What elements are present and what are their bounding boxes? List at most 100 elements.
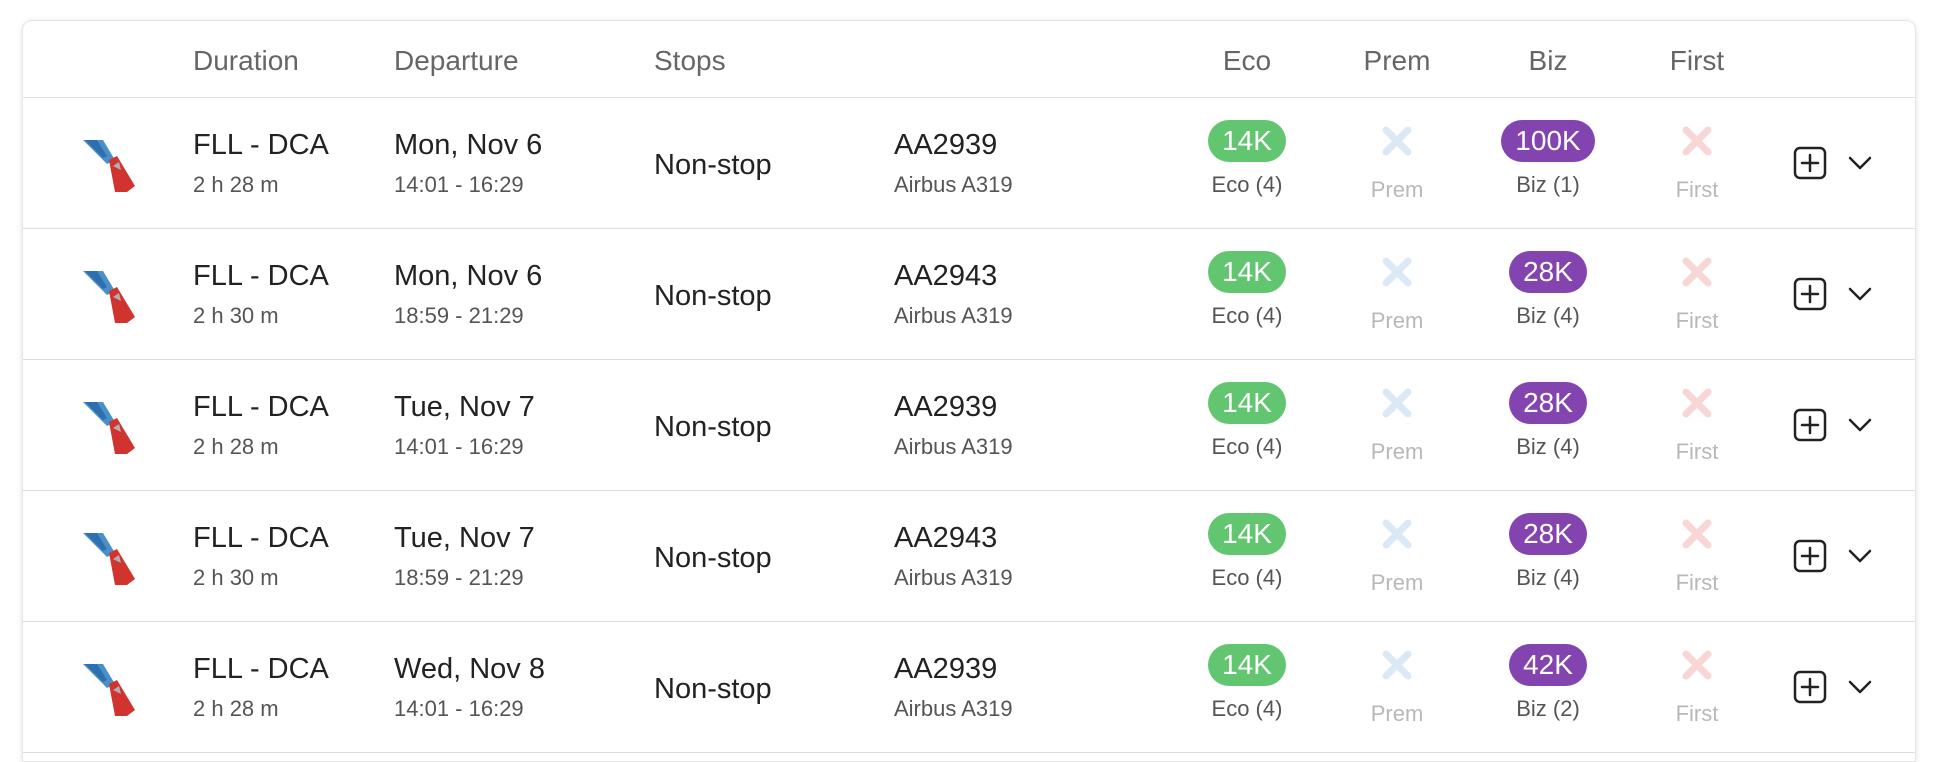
biz-price-badge[interactable]: 28K bbox=[1509, 513, 1587, 555]
x-icon bbox=[1682, 257, 1712, 287]
american-airlines-logo-icon bbox=[83, 271, 135, 323]
fare-eco[interactable]: 14K Eco (4) bbox=[1177, 251, 1317, 329]
header-eco[interactable]: Eco bbox=[1223, 45, 1271, 77]
departure-date: Mon, Nov 6 bbox=[394, 260, 543, 292]
first-class-label: First bbox=[1675, 439, 1719, 464]
chevron-down-icon[interactable] bbox=[1847, 152, 1873, 174]
aircraft-type: Airbus A319 bbox=[894, 565, 1013, 590]
stops-label: Non-stop bbox=[654, 280, 772, 312]
first-class-label: First bbox=[1675, 701, 1719, 726]
flight-duration: 2 h 28 m bbox=[193, 696, 279, 721]
departure-times: 14:01 - 16:29 bbox=[394, 434, 524, 459]
chevron-down-icon[interactable] bbox=[1847, 676, 1873, 698]
biz-price-badge[interactable]: 42K bbox=[1509, 644, 1587, 686]
eco-price-badge[interactable]: 14K bbox=[1208, 251, 1286, 293]
fare-eco[interactable]: 14K Eco (4) bbox=[1177, 382, 1317, 460]
prem-class-label: Prem bbox=[1370, 439, 1424, 464]
first-class-label: First bbox=[1675, 177, 1719, 202]
eco-price-badge[interactable]: 14K bbox=[1208, 382, 1286, 424]
flight-duration: 2 h 28 m bbox=[193, 434, 279, 459]
header-stops[interactable]: Stops bbox=[654, 45, 726, 77]
header-departure[interactable]: Departure bbox=[394, 45, 519, 77]
x-icon bbox=[1382, 257, 1412, 287]
prem-class-label: Prem bbox=[1370, 701, 1424, 726]
departure-date: Tue, Nov 7 bbox=[394, 522, 535, 554]
flight-duration: 2 h 28 m bbox=[193, 172, 279, 197]
flight-duration: 2 h 30 m bbox=[193, 565, 279, 590]
route-label: FLL - DCA bbox=[193, 391, 329, 423]
plus-square-icon[interactable] bbox=[1793, 277, 1827, 311]
table-header: Duration Departure Stops Eco Prem Biz Fi… bbox=[23, 21, 1915, 98]
biz-class-label: Biz (1) bbox=[1516, 172, 1580, 197]
x-icon bbox=[1682, 126, 1712, 156]
x-icon bbox=[1382, 650, 1412, 680]
stops-label: Non-stop bbox=[654, 542, 772, 574]
eco-price-badge[interactable]: 14K bbox=[1208, 120, 1286, 162]
fare-eco[interactable]: 14K Eco (4) bbox=[1177, 513, 1317, 591]
table-row[interactable]: FLL - DCA 2 h 28 m Wed, Nov 8 14:01 - 16… bbox=[23, 622, 1915, 753]
flight-number: AA2943 bbox=[894, 260, 998, 292]
american-airlines-logo-icon bbox=[83, 140, 135, 192]
fare-first: First bbox=[1627, 644, 1767, 727]
stops-label: Non-stop bbox=[654, 411, 772, 443]
biz-price-badge[interactable]: 28K bbox=[1509, 251, 1587, 293]
x-icon bbox=[1682, 650, 1712, 680]
table-row[interactable]: FLL - DCA 2 h 30 m Mon, Nov 6 18:59 - 21… bbox=[23, 229, 1915, 360]
fare-biz[interactable]: 100K Biz (1) bbox=[1478, 120, 1618, 198]
flight-number: AA2943 bbox=[894, 522, 998, 554]
fare-prem: Prem bbox=[1327, 644, 1467, 727]
eco-price-badge[interactable]: 14K bbox=[1208, 644, 1286, 686]
fare-biz[interactable]: 28K Biz (4) bbox=[1478, 251, 1618, 329]
route-label: FLL - DCA bbox=[193, 260, 329, 292]
flight-number: AA2939 bbox=[894, 653, 998, 685]
biz-class-label: Biz (4) bbox=[1516, 565, 1580, 590]
biz-price-badge[interactable]: 28K bbox=[1509, 382, 1587, 424]
stops-label: Non-stop bbox=[654, 673, 772, 705]
fare-eco[interactable]: 14K Eco (4) bbox=[1177, 120, 1317, 198]
x-icon bbox=[1382, 126, 1412, 156]
fare-prem: Prem bbox=[1327, 382, 1467, 465]
header-biz[interactable]: Biz bbox=[1529, 45, 1568, 77]
eco-price-badge[interactable]: 14K bbox=[1208, 513, 1286, 555]
x-icon bbox=[1382, 388, 1412, 418]
fare-biz[interactable]: 28K Biz (4) bbox=[1478, 382, 1618, 460]
table-body: FLL - DCA 2 h 28 m Mon, Nov 6 14:01 - 16… bbox=[23, 98, 1915, 753]
route-label: FLL - DCA bbox=[193, 129, 329, 161]
fare-biz[interactable]: 42K Biz (2) bbox=[1478, 644, 1618, 722]
biz-price-badge[interactable]: 100K bbox=[1501, 120, 1595, 162]
header-prem[interactable]: Prem bbox=[1364, 45, 1431, 77]
biz-class-label: Biz (2) bbox=[1516, 696, 1580, 721]
prem-class-label: Prem bbox=[1370, 177, 1424, 202]
departure-times: 18:59 - 21:29 bbox=[394, 303, 524, 328]
american-airlines-logo-icon bbox=[83, 664, 135, 716]
header-first[interactable]: First bbox=[1670, 45, 1724, 77]
table-row[interactable]: FLL - DCA 2 h 30 m Tue, Nov 7 18:59 - 21… bbox=[23, 491, 1915, 622]
prem-class-label: Prem bbox=[1370, 570, 1424, 595]
fare-first: First bbox=[1627, 513, 1767, 596]
flight-number: AA2939 bbox=[894, 129, 998, 161]
fare-biz[interactable]: 28K Biz (4) bbox=[1478, 513, 1618, 591]
departure-date: Mon, Nov 6 bbox=[394, 129, 543, 161]
departure-times: 18:59 - 21:29 bbox=[394, 565, 524, 590]
fare-first: First bbox=[1627, 382, 1767, 465]
fare-eco[interactable]: 14K Eco (4) bbox=[1177, 644, 1317, 722]
plus-square-icon[interactable] bbox=[1793, 146, 1827, 180]
stops-label: Non-stop bbox=[654, 149, 772, 181]
table-row[interactable]: FLL - DCA 2 h 28 m Mon, Nov 6 14:01 - 16… bbox=[23, 98, 1915, 229]
biz-class-label: Biz (4) bbox=[1516, 303, 1580, 328]
flight-duration: 2 h 30 m bbox=[193, 303, 279, 328]
fare-first: First bbox=[1627, 120, 1767, 203]
prem-class-label: Prem bbox=[1370, 308, 1424, 333]
departure-date: Wed, Nov 8 bbox=[394, 653, 545, 685]
chevron-down-icon[interactable] bbox=[1847, 545, 1873, 567]
fare-first: First bbox=[1627, 251, 1767, 334]
chevron-down-icon[interactable] bbox=[1847, 283, 1873, 305]
plus-square-icon[interactable] bbox=[1793, 408, 1827, 442]
first-class-label: First bbox=[1675, 308, 1719, 333]
route-label: FLL - DCA bbox=[193, 653, 329, 685]
plus-square-icon[interactable] bbox=[1793, 539, 1827, 573]
table-row[interactable]: FLL - DCA 2 h 28 m Tue, Nov 7 14:01 - 16… bbox=[23, 360, 1915, 491]
chevron-down-icon[interactable] bbox=[1847, 414, 1873, 436]
header-duration[interactable]: Duration bbox=[193, 45, 299, 77]
plus-square-icon[interactable] bbox=[1793, 670, 1827, 704]
